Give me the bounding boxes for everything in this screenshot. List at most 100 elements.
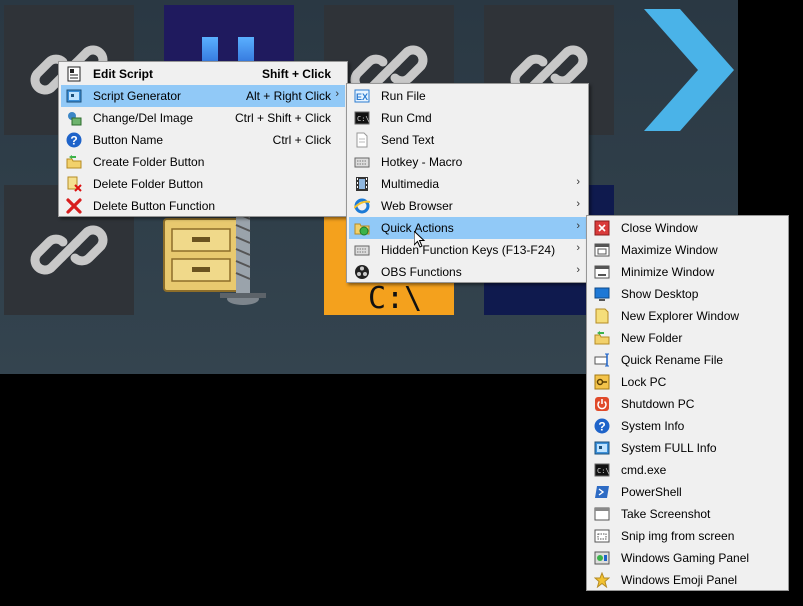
menu-item-change-del-image[interactable]: Change/Del Image Ctrl + Shift + Click [61,107,345,129]
menu-item-label: cmd.exe [621,463,667,477]
menu-item-label: Send Text [381,133,435,147]
menu-item-hotkey-macro[interactable]: Hotkey - Macro [349,151,586,173]
menu-item-shortcut: Shift + Click [261,67,331,81]
keyboard-icon [354,242,370,258]
menu-item-shutdown-pc[interactable]: Shutdown PC [589,393,786,415]
menu-item-new-explorer-window[interactable]: New Explorer Window [589,305,786,327]
menu-item-button-name[interactable]: ? Button Name Ctrl + Click [61,129,345,151]
menu-item-maximize-window[interactable]: Maximize Window [589,239,786,261]
svg-text:C:\: C:\ [597,467,610,475]
folder-add-icon [66,154,82,170]
image-icon [66,110,82,126]
cmd-tile-label: C:\ [368,281,423,316]
menu-item-lock-pc[interactable]: Lock PC [589,371,786,393]
chevron-right-icon: › [576,264,580,276]
menu-item-obs-functions[interactable]: OBS Functions › [349,261,586,283]
menu-item-label: Maximize Window [621,243,718,257]
svg-text:C:\: C:\ [357,115,370,123]
menu-item-label: New Explorer Window [621,309,740,323]
chevron-right-icon [644,9,734,131]
keyboard-icon [354,154,370,170]
menu-item-label: Script Generator [93,89,182,103]
menu-item-label: Hidden Function Keys (F13-F24) [381,243,556,257]
menu-item-take-screenshot[interactable]: Take Screenshot [589,503,786,525]
menu-item-label: System Info [621,419,685,433]
cmd-icon: C:\ [594,462,610,478]
menu-item-close-window[interactable]: Close Window [589,217,786,239]
menu-item-shortcut: Ctrl + Click [272,133,331,147]
menu-item-multimedia[interactable]: Multimedia › [349,173,586,195]
menu-item-edit-script[interactable]: Edit Script Shift + Click [61,63,345,85]
chevron-right-icon: › [576,176,580,188]
text-file-icon [354,132,370,148]
desktop-icon [594,286,610,302]
mouse-cursor-icon [413,229,426,252]
powershell-icon [594,484,610,500]
lock-icon [594,374,610,390]
close-window-icon [594,220,610,236]
cmd-icon: C:\ [354,110,370,126]
menu-item-label: Shutdown PC [621,397,695,411]
menu-item-label: Snip img from screen [621,529,735,543]
menu-item-windows-emoji-panel[interactable]: Windows Emoji Panel [589,569,786,591]
svg-text:EX: EX [356,92,368,102]
menu-item-web-browser[interactable]: Web Browser › [349,195,586,217]
next-page-button[interactable] [640,5,738,135]
menu-item-label: Windows Gaming Panel [621,551,750,565]
menu-item-show-desktop[interactable]: Show Desktop [589,283,786,305]
menu-item-quick-rename-file[interactable]: Quick Rename File [589,349,786,371]
menu-item-label: Close Window [621,221,698,235]
power-icon [594,396,610,412]
menu-item-run-cmd[interactable]: C:\ Run Cmd [349,107,586,129]
menu-item-send-text[interactable]: Send Text [349,129,586,151]
link-icon [30,225,108,275]
menu-item-delete-folder-button[interactable]: Delete Folder Button [61,173,345,195]
menu-item-label: System FULL Info [621,441,717,455]
ie-icon [353,198,371,214]
menu-item-shortcut: Alt + Right Click [245,89,331,103]
menu-item-powershell[interactable]: PowerShell [589,481,786,503]
menu-item-label: Delete Button Function [93,199,216,213]
star-icon [593,571,611,589]
menu-item-system-info[interactable]: ? System Info [589,415,786,437]
menu-item-cmd-exe[interactable]: C:\ cmd.exe [589,459,786,481]
menu-item-new-folder[interactable]: New Folder [589,327,786,349]
minimize-icon [594,264,610,280]
menu-item-snip-img[interactable]: Snip img from screen [589,525,786,547]
menu-item-quick-actions[interactable]: Quick Actions › [349,217,586,239]
new-folder-icon [594,330,610,346]
quick-actions-icon [354,220,370,236]
menu-item-label: Take Screenshot [621,507,711,521]
menu-item-delete-button-function[interactable]: Delete Button Function [61,195,345,217]
rename-icon [594,352,610,368]
svg-text:?: ? [70,134,77,148]
menu-item-label: Web Browser [381,199,453,213]
chevron-right-icon: › [335,88,339,100]
menu-item-label: Minimize Window [621,265,715,279]
system-info-icon [594,440,610,456]
menu-item-create-folder-button[interactable]: Create Folder Button [61,151,345,173]
run-file-icon: EX [354,88,370,104]
menu-item-label: Quick Rename File [621,353,724,367]
context-menu-quick-actions: Close Window Maximize Window Minimize Wi… [586,215,789,591]
context-menu-main: Edit Script Shift + Click Script Generat… [58,61,348,217]
menu-item-label: OBS Functions [381,265,462,279]
help-icon: ? [66,132,82,148]
menu-item-label: New Folder [621,331,683,345]
menu-item-system-full-info[interactable]: System FULL Info [589,437,786,459]
chevron-right-icon: › [576,242,580,254]
svg-text:?: ? [598,420,605,434]
explorer-icon [594,308,610,324]
menu-item-hidden-function-keys[interactable]: Hidden Function Keys (F13-F24) › [349,239,586,261]
help-icon: ? [594,418,610,434]
menu-item-script-generator[interactable]: Script Generator Alt + Right Click › [61,85,345,107]
menu-item-label: Edit Script [93,67,154,81]
menu-item-windows-gaming-panel[interactable]: Windows Gaming Panel [589,547,786,569]
screenshot-icon [594,506,610,522]
menu-item-run-file[interactable]: EX Run File [349,85,586,107]
menu-item-label: Button Name [93,133,164,147]
menu-item-label: Lock PC [621,375,667,389]
chevron-right-icon: › [576,220,580,232]
menu-item-label: PowerShell [621,485,682,499]
menu-item-minimize-window[interactable]: Minimize Window [589,261,786,283]
